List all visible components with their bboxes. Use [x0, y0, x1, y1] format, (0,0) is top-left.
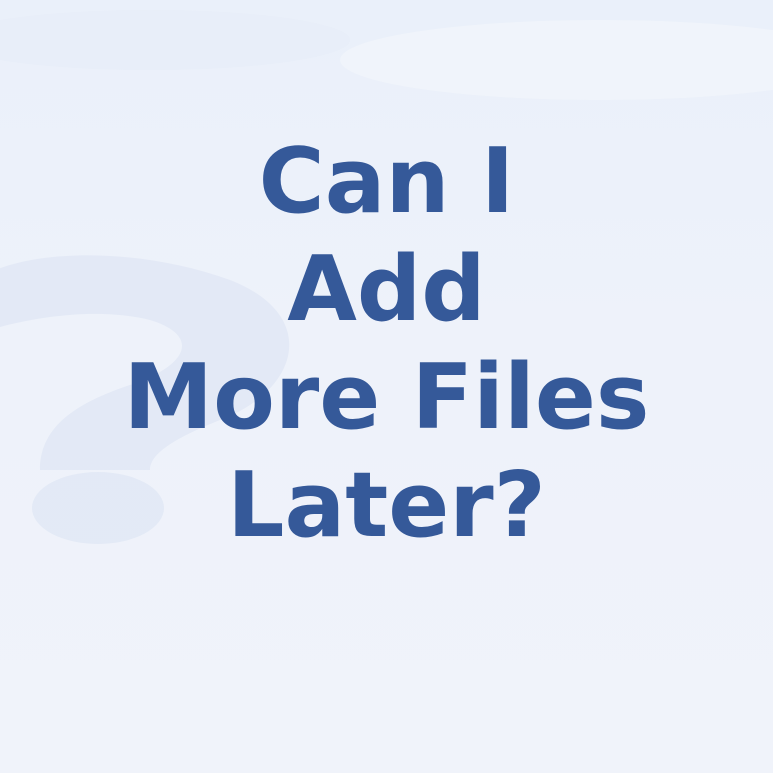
- headline-line-1: Can I: [258, 129, 515, 234]
- headline: Can I Add More Files Later?: [0, 128, 773, 560]
- headline-line-2: Add: [287, 237, 486, 342]
- graphic-canvas: Can I Add More Files Later?: [0, 0, 773, 773]
- headline-line-3: More Files: [123, 345, 650, 450]
- headline-line-4: Later?: [227, 453, 546, 558]
